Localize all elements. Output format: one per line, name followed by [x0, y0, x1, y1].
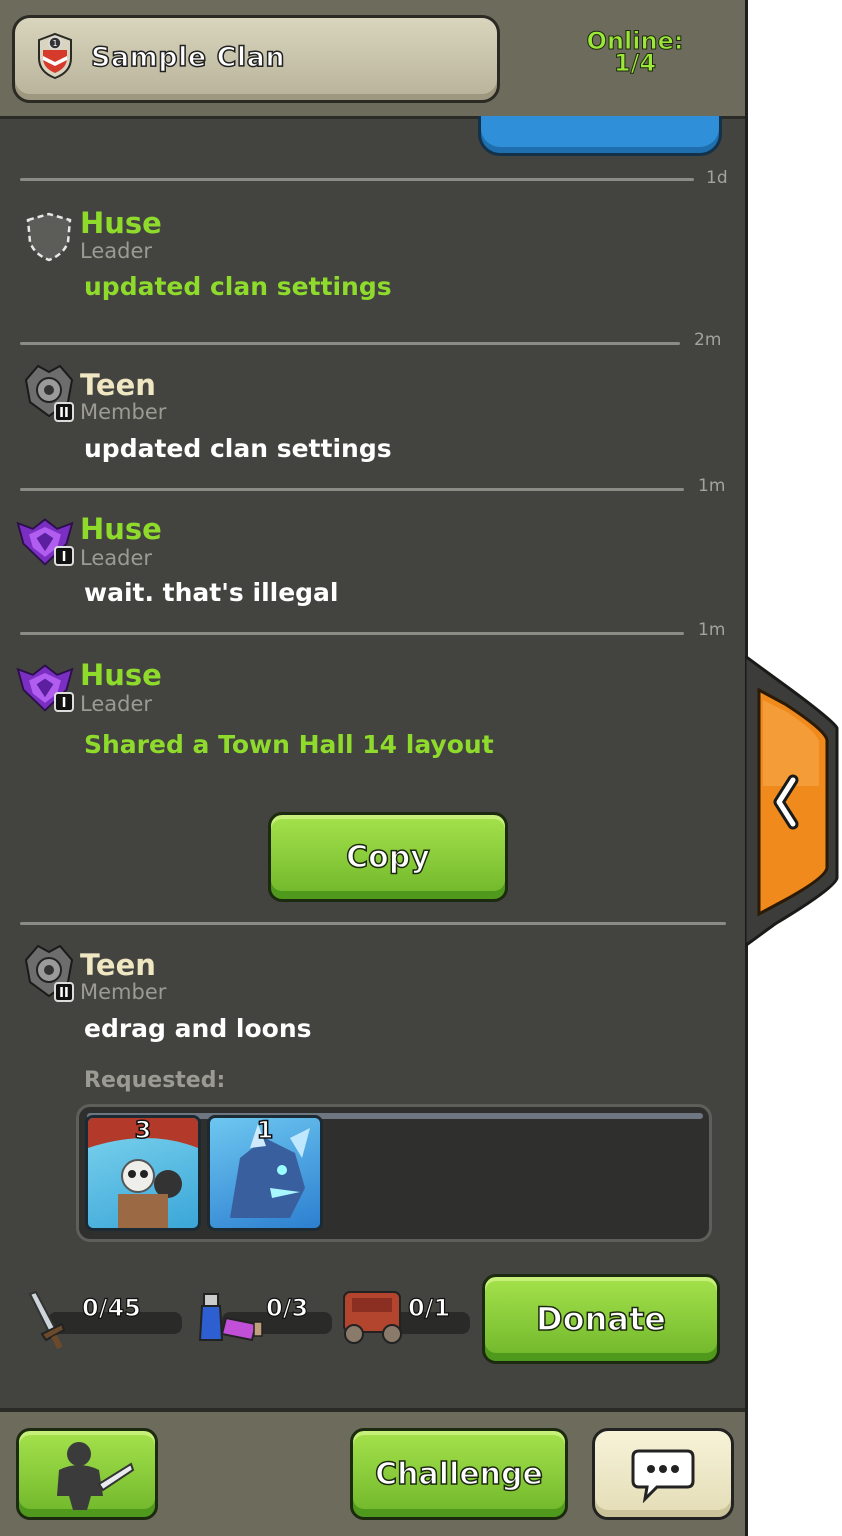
username[interactable]: Huse [80, 512, 162, 546]
message-text: updated clan settings [84, 272, 392, 301]
message-separator [20, 488, 684, 491]
chat-button[interactable] [592, 1428, 734, 1520]
clan-badge-level: 1 [52, 39, 57, 48]
clan-header: 1 Sample Clan Online: 1/4 [0, 0, 745, 119]
siege-capacity: 0/1 [407, 1293, 451, 1322]
balloon-card[interactable]: 3 [85, 1115, 201, 1231]
speech-bubble-icon [631, 1449, 695, 1503]
user-role: Leader [80, 546, 153, 570]
message-text: wait. that's illegal [84, 578, 339, 607]
user-role: Leader [80, 239, 153, 263]
clan-chat-panel: 1 Sample Clan Online: 1/4 1d Huse Leader… [0, 0, 748, 1536]
sword-icon [28, 1290, 66, 1350]
online-count: 1/4 [613, 49, 657, 77]
username[interactable]: Huse [80, 658, 162, 692]
siege-machine-icon [343, 1291, 402, 1344]
requested-troops-box: 3 1 [76, 1104, 712, 1242]
collapse-chat-tab[interactable] [745, 656, 842, 946]
previous-message-button[interactable] [478, 116, 722, 156]
message-time: 1d [706, 168, 728, 188]
troop-count: 3 [134, 1116, 152, 1145]
message-time: 2m [694, 330, 722, 350]
user-role: Leader [80, 692, 153, 716]
electro-dragon-card[interactable]: 1 [207, 1115, 323, 1231]
donate-button[interactable]: Donate [482, 1274, 720, 1364]
user-role: Member [80, 400, 167, 424]
online-indicator: Online: 1/4 [560, 29, 710, 77]
user-role: Member [80, 980, 167, 1004]
username[interactable]: Teen [80, 948, 156, 982]
spell-bottles-icon [198, 1293, 263, 1342]
league-level: I [54, 546, 74, 566]
troop-capacity: 0/45 [81, 1293, 141, 1322]
clan-name-plate[interactable]: 1 Sample Clan [12, 15, 500, 103]
message-separator [20, 342, 680, 345]
clan-badge-icon: 1 [38, 32, 72, 80]
message-time: 1m [698, 476, 726, 496]
username[interactable]: Teen [80, 368, 156, 402]
message-text: updated clan settings [84, 434, 392, 463]
spell-capacity: 0/3 [265, 1293, 309, 1322]
troop-count: 1 [256, 1116, 274, 1145]
copy-layout-button[interactable]: Copy [268, 812, 508, 902]
league-level: II [54, 402, 74, 422]
message-time: 1m [698, 620, 726, 640]
league-level: II [54, 982, 74, 1002]
challenge-button[interactable]: Challenge [350, 1428, 568, 1520]
message-text: edrag and loons [84, 1014, 312, 1043]
message-text: Shared a Town Hall 14 layout [84, 730, 494, 759]
empty-league-badge-icon [26, 212, 72, 262]
barbarian-sword-icon [57, 1442, 135, 1510]
requested-label: Requested: [84, 1068, 226, 1093]
message-separator [20, 178, 694, 181]
message-separator [20, 922, 726, 925]
clan-war-button[interactable] [16, 1428, 158, 1520]
clan-name: Sample Clan [90, 41, 286, 74]
message-separator [20, 632, 684, 635]
league-level: I [54, 692, 74, 712]
username[interactable]: Huse [80, 206, 162, 240]
